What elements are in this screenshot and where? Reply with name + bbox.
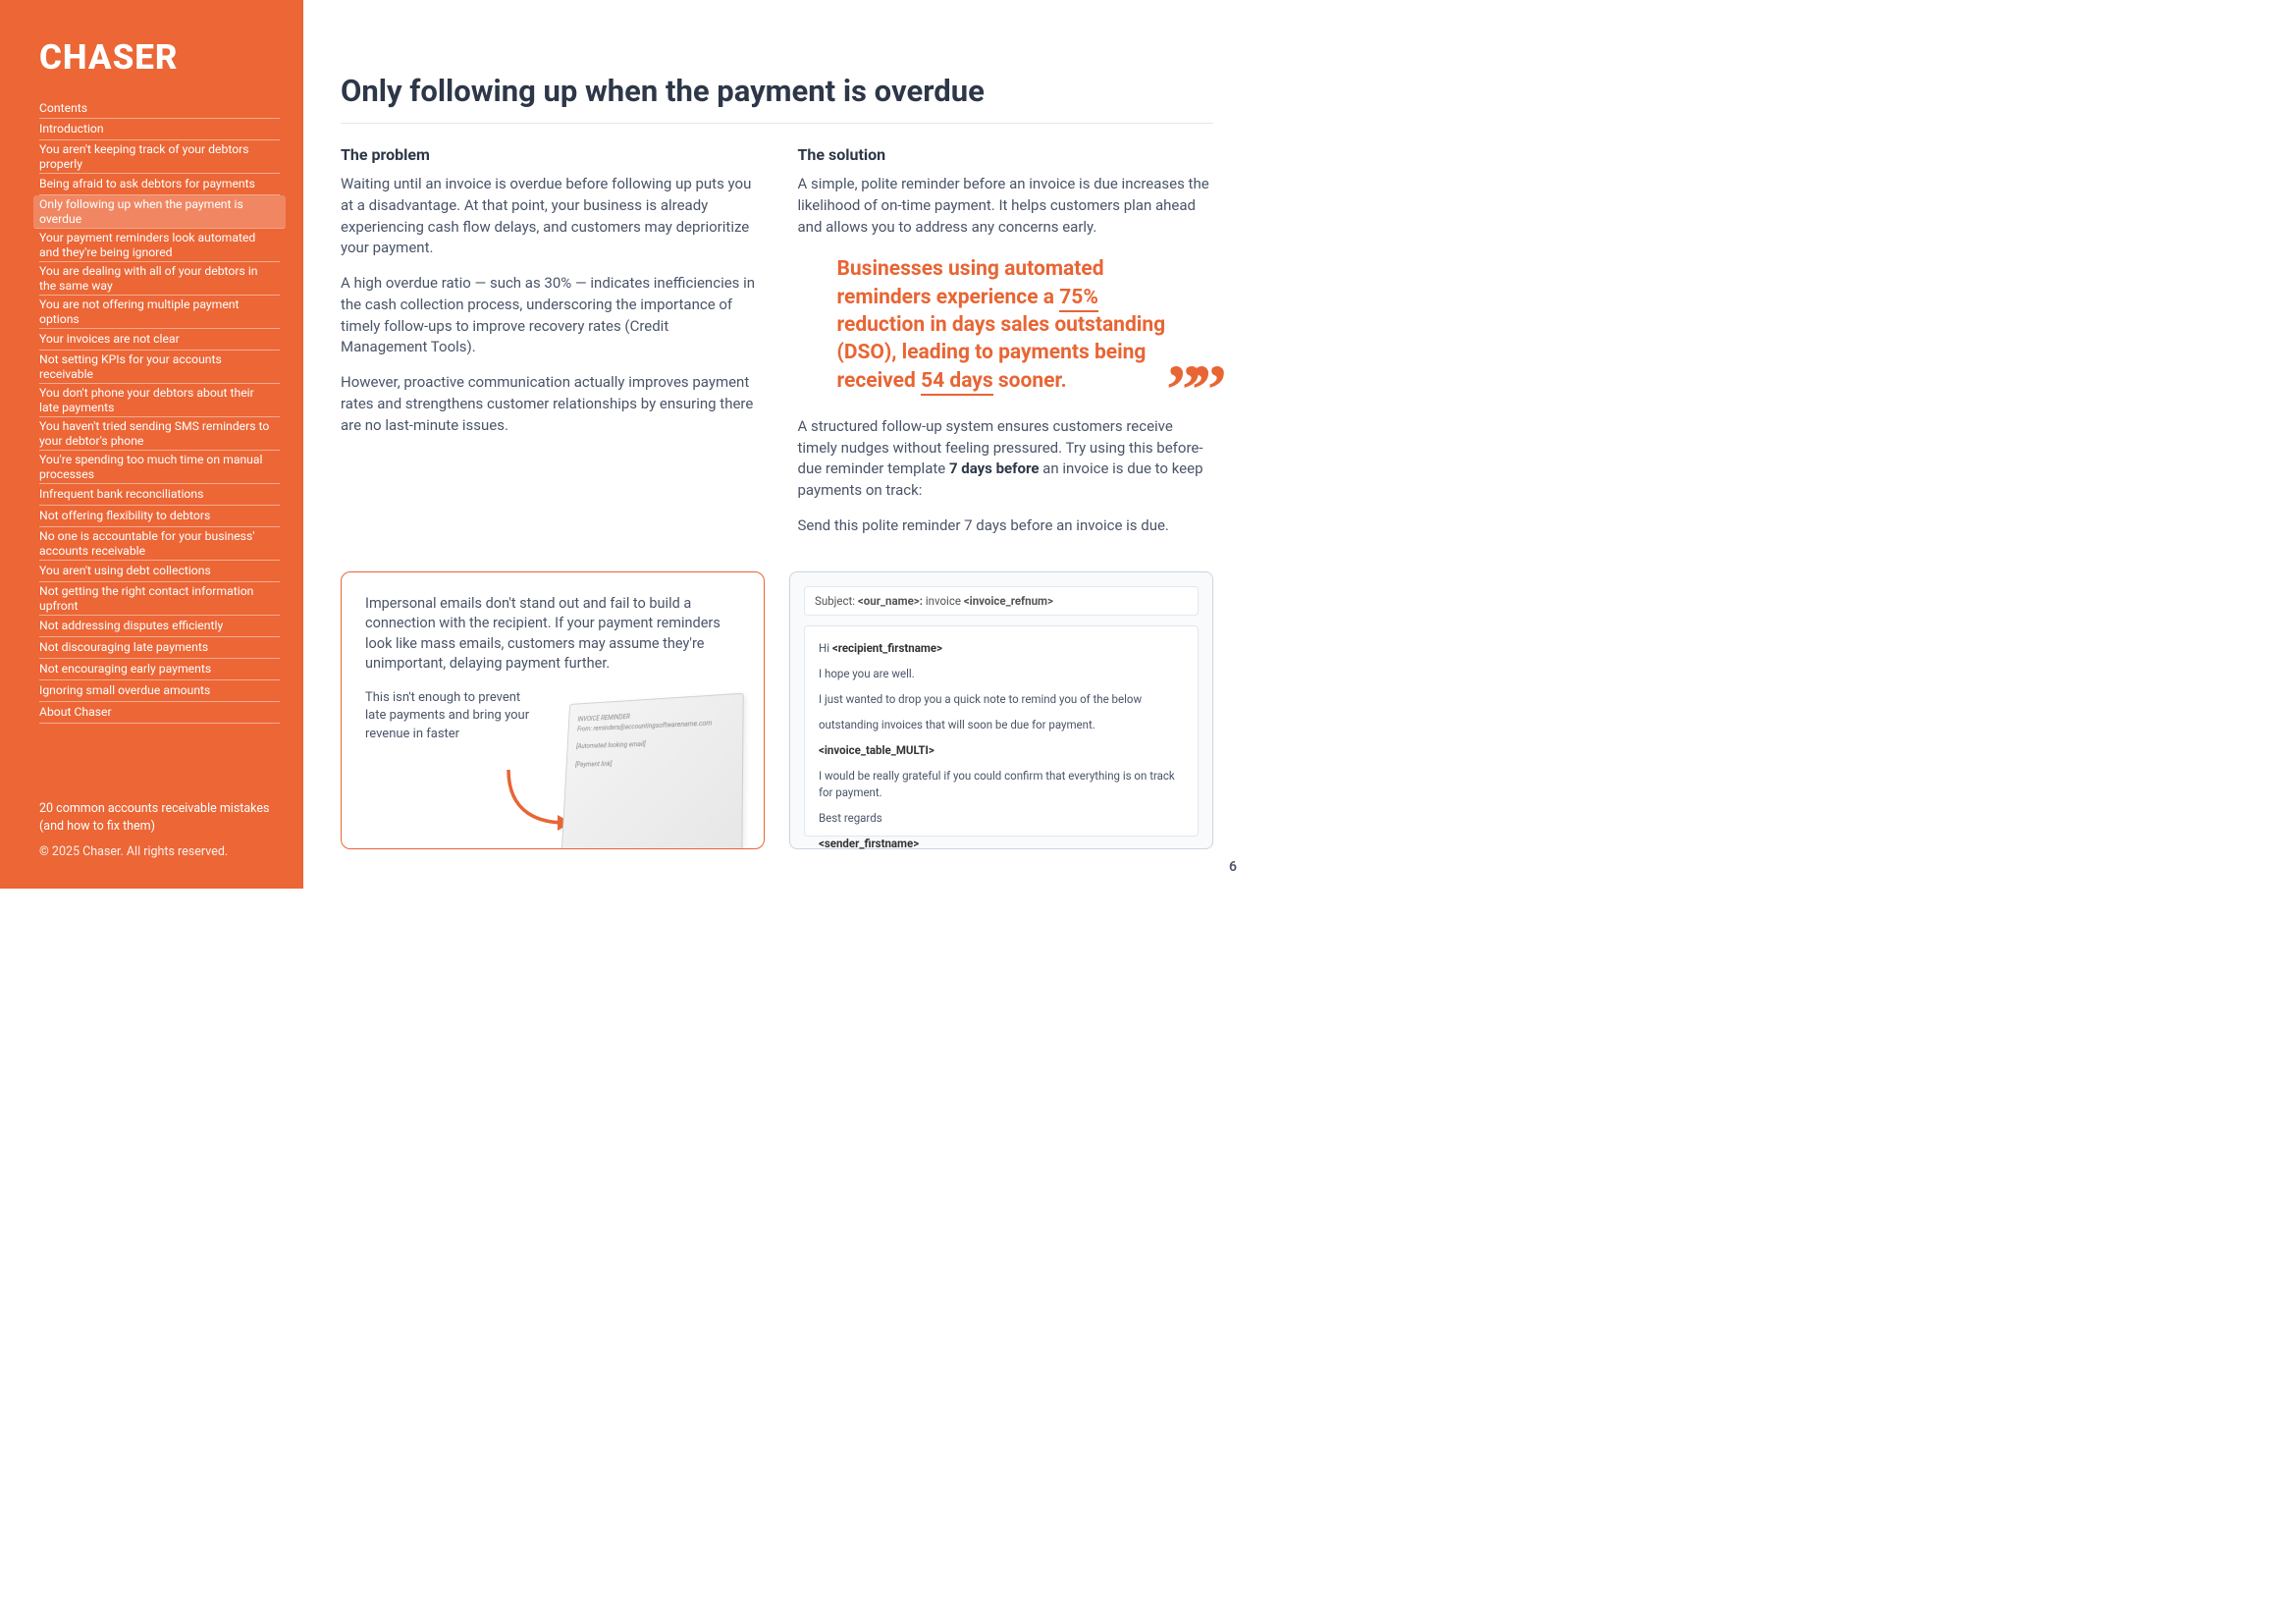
quote-icon: ”” [1166, 376, 1217, 405]
sidebar-item-label: Not addressing disputes efficiently [39, 619, 223, 633]
illus-lead: Impersonal emails don't stand out and fa… [365, 594, 740, 674]
email-template: Subject: <our_name>: invoice <invoice_re… [789, 571, 1213, 849]
page: CHASER Contents Introduction You aren't ke… [0, 0, 1256, 889]
sidebar-item[interactable]: You don't phone your debtors about their… [39, 384, 280, 417]
solution-p2: A structured follow-up system ensures cu… [798, 416, 1214, 502]
sidebar-item[interactable]: About Chaser [39, 702, 280, 724]
sidebar-item-label: Contents [39, 101, 87, 116]
copyright: © 2025 Chaser. All rights reserved. [39, 843, 280, 861]
sidebar-item-label: Not encouraging early payments [39, 662, 211, 677]
callout-text: Businesses using automated reminders exp… [837, 255, 1171, 395]
sidebar-item[interactable]: Not addressing disputes efficiently [39, 616, 280, 637]
sidebar-item[interactable]: Not discouraging late payments [39, 637, 280, 659]
page-number: 6 [1229, 859, 1237, 875]
problem-column: The problem Waiting until an invoice is … [341, 145, 757, 551]
sidebar-footer: 20 common accounts receivable mistakes (… [39, 800, 280, 861]
sidebar: CHASER Contents Introduction You aren't ke… [0, 0, 303, 889]
problem-p2: A high overdue ratio — such as 30% — ind… [341, 273, 757, 358]
sidebar-item-label: Not setting KPIs for your accounts recei… [39, 352, 274, 381]
columns: The problem Waiting until an invoice is … [341, 145, 1213, 551]
sidebar-item-label: No one is accountable for your business'… [39, 529, 274, 558]
sidebar-item-label: Not offering flexibility to debtors [39, 509, 210, 523]
sidebar-item-label: You are dealing with all of your debtors… [39, 264, 274, 293]
sidebar-item[interactable]: Ignoring small overdue amounts [39, 680, 280, 702]
problem-heading: The problem [341, 145, 757, 164]
sidebar-item[interactable]: No one is accountable for your business'… [39, 527, 280, 561]
sidebar-item[interactable]: You aren't using debt collections [39, 561, 280, 582]
fake-email-graphic: INVOICE REMINDER From: reminders@account… [561, 693, 744, 849]
sidebar-item[interactable]: Being afraid to ask debtors for payments [39, 174, 280, 195]
sidebar-item[interactable]: You haven't tried sending SMS reminders … [39, 417, 280, 451]
sidebar-item[interactable]: Contents [39, 99, 280, 119]
sidebar-item[interactable]: Not offering flexibility to debtors [39, 506, 280, 527]
sidebar-item[interactable]: You aren't keeping track of your debtors… [39, 140, 280, 174]
sidebar-item[interactable]: Not encouraging early payments [39, 659, 280, 680]
sidebar-item-label: About Chaser [39, 705, 112, 720]
sidebar-item[interactable]: Your invoices are not clear [39, 329, 280, 351]
sidebar-item[interactable]: You are dealing with all of your debtors… [39, 262, 280, 296]
sidebar-item-label: You aren't using debt collections [39, 564, 211, 578]
callout: Businesses using automated reminders exp… [837, 255, 1214, 395]
sidebar-item-label: Your invoices are not clear [39, 332, 180, 347]
illustration-box: Impersonal emails don't stand out and fa… [341, 571, 765, 849]
template-body: Hi <recipient_firstname> I hope you are … [804, 625, 1199, 837]
brand-logo: CHASER [39, 37, 280, 78]
solution-p1: A simple, polite reminder before an invo… [798, 174, 1214, 238]
sidebar-item-label: You don't phone your debtors about their… [39, 386, 274, 414]
sidebar-item-label: You aren't keeping track of your debtors… [39, 142, 274, 171]
problem-p3: However, proactive communication actuall… [341, 372, 757, 436]
sidebar-item-label: Your payment reminders look automated an… [39, 231, 274, 259]
solution-p3: Send this polite reminder 7 days before … [798, 515, 1214, 537]
sidebar-item-label: Not getting the right contact informatio… [39, 584, 274, 613]
sidebar-item[interactable]: Not getting the right contact informatio… [39, 582, 280, 616]
sidebar-item-label: Only following up when the payment is ov… [39, 197, 274, 226]
sidebar-item[interactable]: Not setting KPIs for your accounts recei… [39, 351, 280, 384]
toc-nav: Contents Introduction You aren't keeping t… [39, 99, 280, 759]
sidebar-item-label: You're spending too much time on manual … [39, 453, 274, 481]
sidebar-item[interactable]: Only following up when the payment is ov… [33, 195, 286, 229]
sidebar-item[interactable]: You're spending too much time on manual … [39, 451, 280, 484]
problem-p1: Waiting until an invoice is overdue befo… [341, 174, 757, 259]
doc-title: 20 common accounts receivable mistakes (… [39, 800, 280, 836]
sidebar-item[interactable]: Your payment reminders look automated an… [39, 229, 280, 262]
sidebar-item-label: Ignoring small overdue amounts [39, 683, 210, 698]
sidebar-item-label: Introduction [39, 122, 104, 136]
sidebar-item-label: You haven't tried sending SMS reminders … [39, 419, 274, 448]
main-content: Only following up when the payment is ov… [303, 0, 1256, 889]
sidebar-item-label: You are not offering multiple payment op… [39, 298, 274, 326]
template-subject: Subject: <our_name>: invoice <invoice_re… [804, 586, 1199, 616]
sidebar-item-label: Infrequent bank reconciliations [39, 487, 203, 502]
sidebar-item[interactable]: Infrequent bank reconciliations [39, 484, 280, 506]
sidebar-item[interactable]: Introduction [39, 119, 280, 140]
illus-caption: This isn't enough to prevent late paymen… [365, 689, 532, 743]
sidebar-item-label: Not discouraging late payments [39, 640, 208, 655]
sidebar-item[interactable]: You are not offering multiple payment op… [39, 296, 280, 329]
solution-heading: The solution [798, 145, 1214, 164]
solution-column: The solution A simple, polite reminder b… [798, 145, 1214, 551]
page-title: Only following up when the payment is ov… [341, 73, 1213, 124]
sidebar-item-label: Being afraid to ask debtors for payments [39, 177, 255, 191]
